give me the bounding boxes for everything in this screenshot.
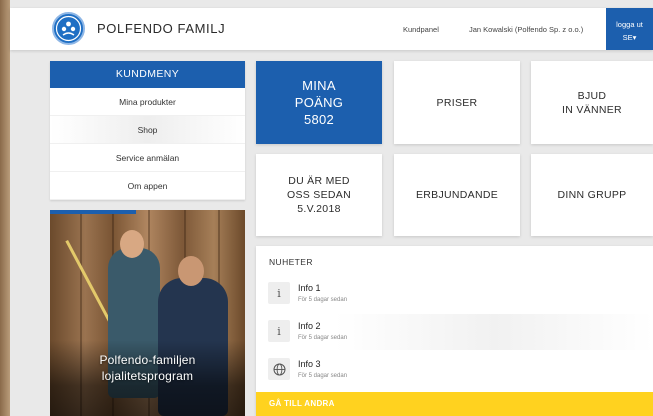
chevron-down-icon: ▾: [632, 33, 637, 42]
news-item-title: Info 2: [298, 321, 321, 331]
language-label: SE: [622, 33, 633, 42]
top-header: POLFENDO FAMILJ Kundpanel Jan Kowalski (…: [10, 8, 653, 50]
customer-menu: KUNDMENY Mina produkter Shop Service anm…: [50, 61, 245, 200]
tile-points-line1: MINA: [302, 78, 336, 93]
banner-caption-line2: lojalitetsprogram: [101, 369, 194, 383]
news-item[interactable]: i Info 2 För 5 dagar sedan: [256, 314, 653, 350]
loyalty-program-banner[interactable]: Polfendo-familjen lojalitetsprogram: [50, 210, 245, 416]
menu-item-service-report[interactable]: Service anmälan: [50, 144, 245, 172]
news-item-date: För 5 dagar sedan: [298, 373, 348, 379]
logo-emblem-icon: [55, 15, 82, 42]
brand-name: POLFENDO FAMILJ: [97, 21, 226, 36]
nav-kundpanel-link[interactable]: Kundpanel: [403, 25, 439, 34]
globe-icon: [268, 358, 290, 380]
news-item-title: Info 3: [298, 359, 321, 369]
tile-group-label: DINN GRUPP: [557, 189, 627, 201]
news-item-date: För 5 dagar sedan: [298, 297, 348, 303]
tile-points-value: 5802: [303, 112, 335, 127]
user-account-link[interactable]: Jan Kowalski (Polfendo Sp. z o.o.): [469, 25, 583, 34]
banner-caption-line1: Polfendo-familjen: [99, 353, 196, 367]
tile-invite-line2: IN VÄNNER: [562, 103, 622, 116]
menu-item-about-app[interactable]: Om appen: [50, 172, 245, 200]
menu-item-shop[interactable]: Shop: [50, 116, 245, 144]
tile-offers-label: ERBJUNDANDE: [415, 189, 499, 201]
tile-member-since[interactable]: DU ÄR MED OSS SEDAN 5.V.2018: [256, 154, 382, 236]
tile-invite-friends[interactable]: BJUD IN VÄNNER: [531, 61, 653, 144]
tile-prices[interactable]: PRISER: [394, 61, 520, 144]
globe-icon-graphic: [273, 363, 285, 375]
news-item-date: För 5 dagar sedan: [298, 335, 348, 341]
tile-invite-line1: BJUD: [577, 89, 607, 102]
news-title: NUHETER: [269, 257, 313, 267]
tile-member-date: 5.V.2018: [297, 203, 341, 215]
news-item[interactable]: Info 3 För 5 dagar sedan: [256, 352, 653, 388]
tile-member-line1: DU ÄR MED: [288, 175, 350, 187]
language-selector[interactable]: SE▾: [606, 31, 653, 44]
info-icon: i: [268, 282, 290, 304]
tile-points-line2: POÄNG: [294, 95, 344, 110]
tile-prices-label: PRISER: [436, 96, 478, 109]
tile-my-points[interactable]: MINA POÄNG 5802: [256, 61, 382, 144]
tile-offers[interactable]: ERBJUNDANDE: [394, 154, 520, 236]
menu-item-my-products[interactable]: Mina produkter: [50, 88, 245, 116]
news-item-title: Info 1: [298, 283, 321, 293]
menu-title: KUNDMENY: [50, 61, 245, 88]
person-head: [120, 230, 144, 258]
polfendo-logo[interactable]: [52, 12, 85, 45]
news-panel: NUHETER i Info 1 För 5 dagar sedan i Inf…: [256, 246, 653, 416]
news-item[interactable]: i Info 1 För 5 dagar sedan: [256, 276, 653, 312]
logout-label: logga ut: [616, 20, 643, 29]
banner-accent-bar: [50, 210, 136, 214]
info-icon: i: [268, 320, 290, 342]
logout-button[interactable]: logga ut SE▾: [606, 8, 653, 50]
tile-your-group[interactable]: DINN GRUPP: [531, 154, 653, 236]
banner-caption: Polfendo-familjen lojalitetsprogram: [50, 352, 245, 384]
go-to-others-button[interactable]: GÅ TILL ANDRA: [256, 392, 653, 416]
tile-member-line2: OSS SEDAN: [287, 189, 351, 201]
person-head: [178, 256, 204, 286]
